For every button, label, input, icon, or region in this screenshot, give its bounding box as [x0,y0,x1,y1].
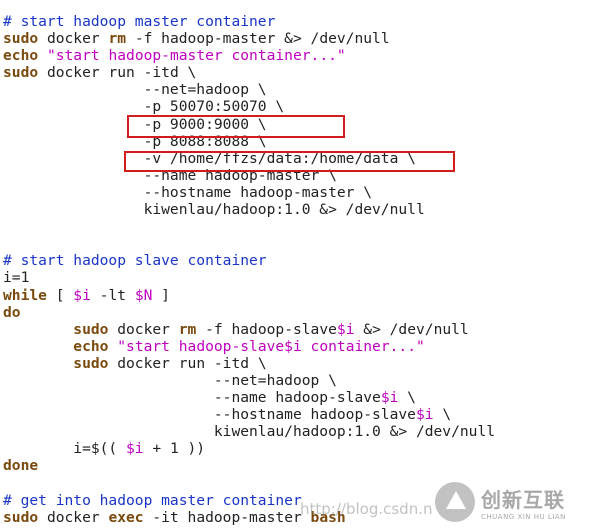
code-token: --net=hadoop \ [3,371,337,389]
code-token: + 1 )) [143,440,206,458]
code-token: -f hadoop-slave [196,320,337,338]
code-token: docker [38,30,109,48]
code-token: rm [108,30,127,48]
logo: 创新互联 CHUANG XIN HU LIAN [435,478,585,526]
code-line: --name hadoop-slave$i \ [3,389,495,406]
code-token: sudo [3,508,39,526]
logo-cn-text: 创新互联 [481,487,565,512]
code-line: # start hadoop master container [3,13,495,30]
code-token: rm [178,320,197,338]
code-token: $i [415,406,434,424]
code-token: \ [433,406,452,424]
code-token: $N [134,286,153,304]
logo-icon [435,482,475,522]
logo-en-text: CHUANG XIN HU LIAN [481,512,566,521]
code-line: kiwenlau/hadoop:1.0 &> /dev/null [3,201,495,218]
code-token: do [3,303,21,321]
code-line: do [3,304,495,321]
code-line: -p 50070:50070 \ [3,98,495,115]
code-token: kiwenlau/hadoop:1.0 &> /dev/null [3,201,425,219]
code-token: echo [73,337,109,355]
code-token: --hostname hadoop-slave [3,406,416,424]
code-token: echo [3,47,39,65]
code-line: echo "start hadoop-slave$i container..." [3,338,495,355]
watermark-text: http://blog.csdn.n [300,500,433,518]
code-token: i=$(( [3,440,127,458]
code-token: $i [126,440,144,458]
code-token: "start hadoop-slave$i container..." [117,337,425,355]
code-token: sudo [3,30,39,48]
code-token: $i [380,389,399,407]
code-token: \ [398,389,416,407]
code-token: -it hadoop-master [143,508,311,526]
code-token: docker [108,320,179,338]
code-token: # start hadoop slave container [3,252,267,270]
code-line: # start hadoop slave container [3,252,495,269]
code-line: sudo docker run -itd \ [3,355,495,372]
code-token: docker [38,508,109,526]
highlight-box-port-9000 [127,115,345,138]
code-token: -lt [90,286,135,304]
code-line: --hostname hadoop-slave$i \ [3,406,495,423]
code-token: $i [336,320,355,338]
code-line: --net=hadoop \ [3,81,495,98]
code-line: --net=hadoop \ [3,372,495,389]
code-token: ] [152,286,170,304]
code-token: # start hadoop master container [3,13,276,30]
code-token: kiwenlau/hadoop:1.0 &> /dev/null [3,423,496,441]
code-editor[interactable]: # start hadoop master container sudo dock… [3,13,495,526]
code-token: &> /dev/null [354,320,469,338]
code-token: sudo [3,64,39,82]
code-line: i=1 [3,269,495,286]
code-token: --net=hadoop \ [3,81,267,99]
code-token: while [3,286,47,304]
code-token: sudo [73,354,109,372]
code-token: docker run -itd \ [108,354,267,372]
code-line: while [ $i -lt $N ] [3,287,495,304]
code-token: -p 50070:50070 \ [3,98,285,116]
code-line: i=$(( $i + 1 )) [3,440,495,457]
code-line: echo "start hadoop-master container..." [3,47,495,64]
code-line: kiwenlau/hadoop:1.0 &> /dev/null [3,423,495,440]
code-token: "start hadoop-master container..." [46,47,346,65]
code-line: sudo docker rm -f hadoop-slave$i &> /dev… [3,321,495,338]
code-token: exec [108,508,144,526]
code-token: --hostname hadoop-master \ [3,183,373,201]
code-token: docker run -itd \ [38,64,197,82]
code-token: # get into hadoop master container [3,491,302,509]
highlight-box-volume [124,151,455,172]
code-token: $i [73,286,91,304]
code-token: [ [46,286,74,304]
code-line: --hostname hadoop-master \ [3,184,495,201]
code-token: sudo [73,320,109,338]
code-token: --name hadoop-slave [3,389,381,407]
code-token: -f hadoop-master &> /dev/null [126,30,390,48]
code-token: done [3,457,39,475]
code-token: i=1 [3,269,30,287]
code-line: sudo docker rm -f hadoop-master &> /dev/… [3,30,495,47]
code-line: sudo docker run -itd \ [3,64,495,81]
code-line: done [3,457,495,474]
